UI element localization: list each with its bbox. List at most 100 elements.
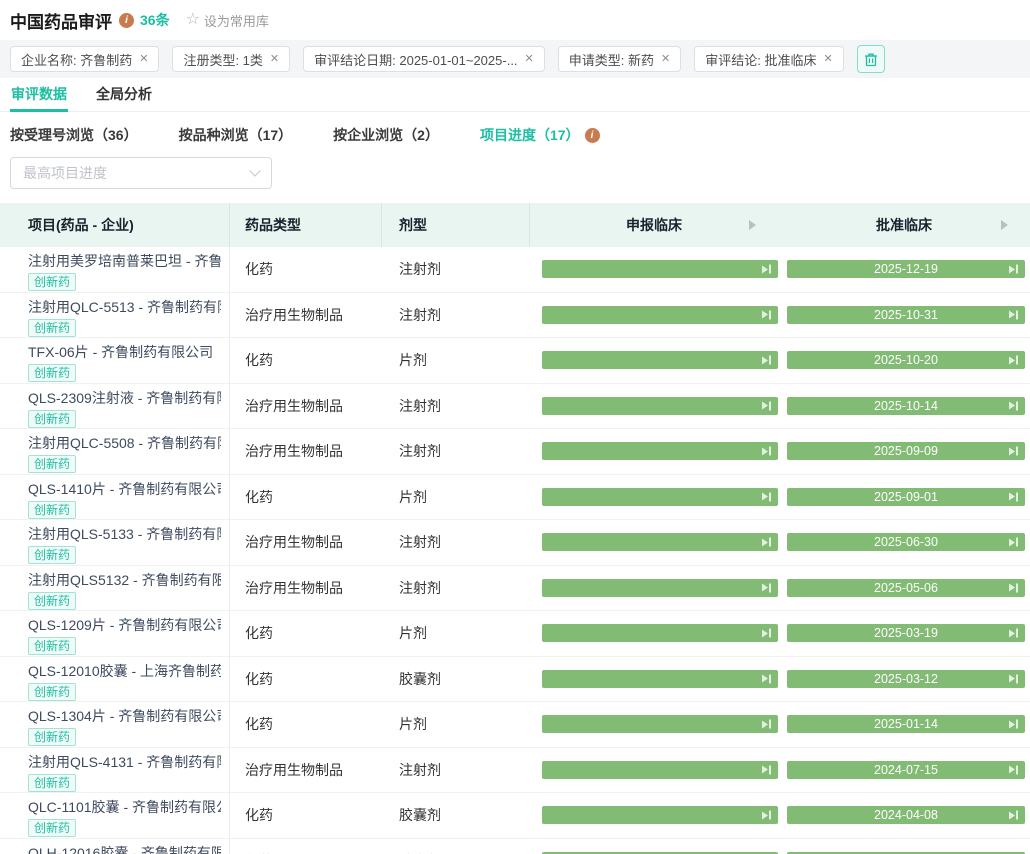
dosage-form-cell: 片剂 [382,702,530,747]
filter-chip-label: 审评结论日期: 2025-01-01~2025-... [314,50,517,69]
declare-clinical-progress-bar[interactable] [542,306,778,324]
declare-clinical-cell [530,247,778,292]
approve-clinical-progress-bar[interactable]: 2025-01-14 [787,715,1025,733]
step-forward-icon [762,629,772,638]
filter-chip: 注册类型: 1类 ✕ [172,46,290,72]
declare-clinical-progress-bar[interactable] [542,624,778,642]
view-subtab[interactable]: 按企业浏览（2） i [333,125,439,145]
drug-type-cell: 化药 [230,338,382,383]
remove-filter-icon[interactable]: ✕ [525,54,534,65]
remove-filter-icon[interactable]: ✕ [661,54,670,65]
drug-type-cell: 化药 [230,611,382,656]
dosage-form-cell: 胶囊剂 [382,657,530,702]
table-row: 注射用QLS5132 - 齐鲁制药有限 创新药 治疗用生物制品 注射剂 2025… [0,566,1030,612]
main-tab[interactable]: 审评数据 [10,78,68,112]
view-subtab[interactable]: 按受理号浏览（36） i [10,125,138,145]
declare-clinical-progress-bar[interactable] [542,533,778,551]
approve-clinical-cell: 2025-12-19 [778,247,1030,292]
approve-date-label: 2025-03-12 [787,672,1025,686]
project-name-link[interactable]: QLS-1410片 - 齐鲁制药有限公司 [28,480,221,499]
main-tab[interactable]: 全局分析 [95,78,153,112]
project-name-link[interactable]: 注射用QLC-5508 - 齐鲁制药有限 [28,434,221,453]
innovative-drug-tag: 创新药 [28,364,76,382]
stage-arrow-icon[interactable] [749,220,756,230]
drug-type-cell: 化药 [230,475,382,520]
project-name-link[interactable]: 注射用QLS5132 - 齐鲁制药有限 [28,571,221,590]
approve-clinical-progress-bar[interactable]: 2025-06-30 [787,533,1025,551]
declare-clinical-progress-bar[interactable] [542,488,778,506]
project-cell: 注射用QLS-4131 - 齐鲁制药有限 创新药 [0,748,230,793]
declare-clinical-progress-bar[interactable] [542,806,778,824]
declare-clinical-cell [530,338,778,383]
declare-clinical-progress-bar[interactable] [542,761,778,779]
filter-chip: 审评结论日期: 2025-01-01~2025-... ✕ [303,46,545,72]
project-name-link[interactable]: QLS-2309注射液 - 齐鲁制药有限 [28,389,221,408]
approve-clinical-cell: 2025-03-12 [778,657,1030,702]
declare-clinical-progress-bar[interactable] [542,351,778,369]
declare-clinical-progress-bar[interactable] [542,260,778,278]
approve-clinical-progress-bar[interactable]: 2025-10-20 [787,351,1025,369]
approve-clinical-progress-bar[interactable]: 2025-03-19 [787,624,1025,642]
project-name-link[interactable]: QLS-1209片 - 齐鲁制药有限公司 [28,616,221,635]
approve-clinical-progress-bar[interactable]: 2025-09-01 [787,488,1025,506]
dosage-form-cell: 注射剂 [382,293,530,338]
page-title: 中国药品审评 [10,8,112,33]
filter-chip: 申请类型: 新药 ✕ [558,46,681,72]
project-name-link[interactable]: QLH-12016胶囊 - 齐鲁制药有限 [28,844,221,854]
approve-clinical-progress-bar[interactable]: 2024-07-15 [787,761,1025,779]
approve-clinical-progress-bar[interactable]: 2025-09-09 [787,442,1025,460]
project-name-link[interactable]: TFX-06片 - 齐鲁制药有限公司 [28,343,221,362]
approve-date-label: 2025-06-30 [787,535,1025,549]
star-icon: ☆ [186,12,200,28]
declare-clinical-progress-bar[interactable] [542,397,778,415]
column-header-declare-clinical: 申报临床 [530,203,778,247]
dosage-form-cell: 注射剂 [382,566,530,611]
remove-filter-icon[interactable]: ✕ [270,54,279,65]
clear-filters-button[interactable] [857,45,885,73]
approve-clinical-cell: 2025-06-30 [778,520,1030,565]
approve-clinical-progress-bar[interactable]: 2025-10-14 [787,397,1025,415]
approve-clinical-progress-bar[interactable]: 2025-05-06 [787,579,1025,597]
declare-clinical-progress-bar[interactable] [542,579,778,597]
approve-date-label: 2025-10-31 [787,308,1025,322]
project-name-link[interactable]: QLS-1304片 - 齐鲁制药有限公司 [28,707,221,726]
set-favorite-button[interactable]: ☆ 设为常用库 [186,11,269,30]
main-tab-label: 全局分析 [96,84,152,104]
step-forward-icon [762,720,772,729]
approve-date-label: 2025-10-14 [787,399,1025,413]
step-forward-icon [762,265,772,274]
project-name-link[interactable]: 注射用美罗培南普莱巴坦 - 齐鲁 [28,252,221,271]
view-subtab[interactable]: 按品种浏览（17） i [179,125,293,145]
dosage-form-cell: 注射剂 [382,748,530,793]
remove-filter-icon[interactable]: ✕ [823,54,832,65]
remove-filter-icon[interactable]: ✕ [139,54,148,65]
view-subtabs: 按受理号浏览（36） i 按品种浏览（17） i 按企业浏览（2） i 项目进度… [0,126,1030,143]
declare-clinical-cell [530,839,778,854]
stage-arrow-icon[interactable] [1001,220,1008,230]
approve-clinical-cell: 2025-01-14 [778,702,1030,747]
declare-clinical-cell [530,293,778,338]
declare-clinical-progress-bar[interactable] [542,670,778,688]
dosage-form-cell: 胶囊剂 [382,793,530,838]
project-name-link[interactable]: QLS-12010胶囊 - 上海齐鲁制药 [28,662,221,681]
project-name-link[interactable]: 注射用QLS-5133 - 齐鲁制药有限 [28,525,221,544]
approve-clinical-progress-bar[interactable]: 2025-03-12 [787,670,1025,688]
view-subtab[interactable]: 项目进度（17） i [480,125,600,145]
info-icon[interactable]: i [585,128,600,143]
approve-clinical-progress-bar[interactable]: 2025-10-31 [787,306,1025,324]
column-header-approve-clinical: 批准临床 [778,203,1030,247]
approve-clinical-progress-bar[interactable]: 2025-12-19 [787,260,1025,278]
max-progress-select[interactable]: 最高项目进度 [10,157,272,189]
project-name-link[interactable]: 注射用QLC-5513 - 齐鲁制药有限 [28,298,221,317]
approve-clinical-cell: 2025-05-06 [778,566,1030,611]
dosage-form-cell: 注射剂 [382,429,530,474]
info-icon[interactable]: i [119,13,134,28]
set-favorite-label: 设为常用库 [204,11,269,30]
declare-clinical-progress-bar[interactable] [542,442,778,460]
approve-clinical-progress-bar[interactable]: 2024-04-08 [787,806,1025,824]
project-name-link[interactable]: 注射用QLS-4131 - 齐鲁制药有限 [28,753,221,772]
drug-type-cell: 化药 [230,793,382,838]
project-name-link[interactable]: QLC-1101胶囊 - 齐鲁制药有限公 [28,798,221,817]
innovative-drug-tag: 创新药 [28,728,76,746]
declare-clinical-progress-bar[interactable] [542,715,778,733]
